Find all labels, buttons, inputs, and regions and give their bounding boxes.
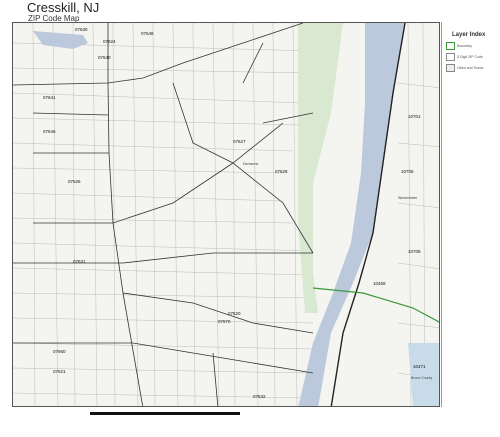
zip-label: 10705 [401,169,414,174]
legend-item-label: 5-Digit ZIP Code [457,55,483,59]
zip-label: 07630 [75,27,88,32]
zip-label: 07670 [218,319,231,324]
zip-label: 07620 [228,311,241,316]
zip-label: 10469 [373,281,386,286]
legend-item-zip: 5-Digit ZIP Code [446,53,500,61]
zip-label: 07640 [98,55,111,60]
zip-label: 07641 [43,95,56,100]
zip-label: 07626 [68,179,81,184]
legend-swatch [446,64,455,72]
place-label-layer: Demarest Westchester Bronx County [243,162,432,380]
zip-label: 07660 [53,349,66,354]
bronx-park [408,343,439,406]
zip-label: 07628 [275,169,288,174]
legend-title: Layer Index [452,32,486,38]
legend-item-boundary: Boundary [446,42,500,50]
scale-bar [90,412,240,415]
legend-panel: Layer Index Boundary 5-Digit ZIP Code Ci… [441,22,500,407]
map-title: Cresskill, NJ [27,0,100,15]
map-canvas[interactable]: 07630 07624 07640 07648 07641 07626 07627 07628… [13,23,440,407]
zip-label: 10708 [408,249,421,254]
legend-swatch [446,53,455,61]
legend-swatch [446,42,455,50]
place-label: Bronx County [411,376,432,380]
map-area[interactable]: 07630 07624 07640 07648 07641 07626 07627 07628… [12,22,440,407]
zip-label: 07632 [253,394,266,399]
zip-label: 07631 [73,259,86,264]
legend-item-cities: Cities and Towns [446,64,500,72]
palisades-park [298,23,343,313]
zip-label: 07621 [53,369,66,374]
zip-label: 10701 [408,114,421,119]
place-label: Demarest [243,162,258,166]
zip-label: 10471 [413,364,426,369]
zip-label: 07627 [233,139,246,144]
place-label: Westchester [398,196,418,200]
legend-item-label: Cities and Towns [457,66,484,70]
legend-item-label: Boundary [457,44,472,48]
zip-label: 07624 [103,39,116,44]
zip-label: 07648 [141,31,154,36]
zip-label: 07646 [43,129,56,134]
reservoir [33,31,88,49]
